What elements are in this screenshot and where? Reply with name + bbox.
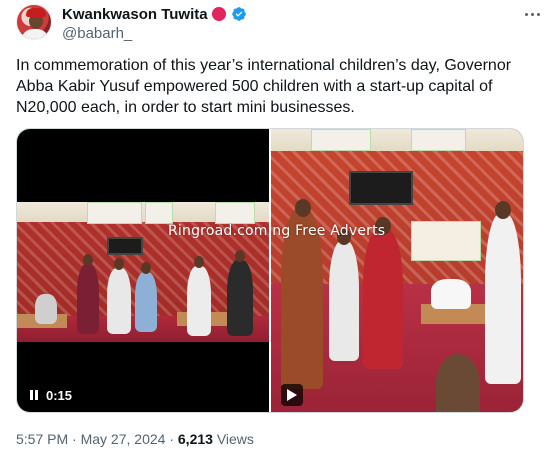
video-frame-2 xyxy=(271,129,523,412)
video-player-1[interactable]: 0:15 xyxy=(17,129,269,412)
tweet-text: In commemoration of this year’s internat… xyxy=(16,57,512,116)
play-button[interactable] xyxy=(281,384,303,406)
video-timestamp: 0:15 xyxy=(46,387,73,403)
tweet[interactable]: Kwankwason Tuwita @babarh_ In commemorat… xyxy=(0,0,560,464)
author-handle[interactable]: @babarh_ xyxy=(62,25,132,42)
watermark-text: Ringroad.com.ng Free Adverts xyxy=(168,223,386,239)
media-grid: 0:15 xyxy=(16,128,524,413)
author-display-name[interactable]: Kwankwason Tuwita xyxy=(62,6,208,23)
tweet-time[interactable]: 5:57 PM xyxy=(16,431,68,447)
avatar[interactable] xyxy=(16,4,52,40)
author-name-row: Kwankwason Tuwita xyxy=(62,5,247,23)
tweet-meta: 5:57 PM · May 27, 2024 · 6,213 Views xyxy=(16,431,254,447)
views-count: 6,213 xyxy=(177,431,213,447)
status-dot-icon xyxy=(211,7,226,21)
verified-badge-icon[interactable] xyxy=(231,6,247,22)
tweet-date[interactable]: May 27, 2024 xyxy=(81,431,166,447)
video-player-2[interactable] xyxy=(271,129,523,412)
views-label: Views xyxy=(216,431,254,447)
meta-separator: · xyxy=(165,431,178,447)
video-time-control[interactable]: 0:15 xyxy=(23,384,80,406)
pause-icon[interactable] xyxy=(30,390,38,400)
meta-separator: · xyxy=(68,431,81,447)
play-icon[interactable] xyxy=(287,389,297,401)
more-horizontal-icon[interactable] xyxy=(522,6,542,22)
